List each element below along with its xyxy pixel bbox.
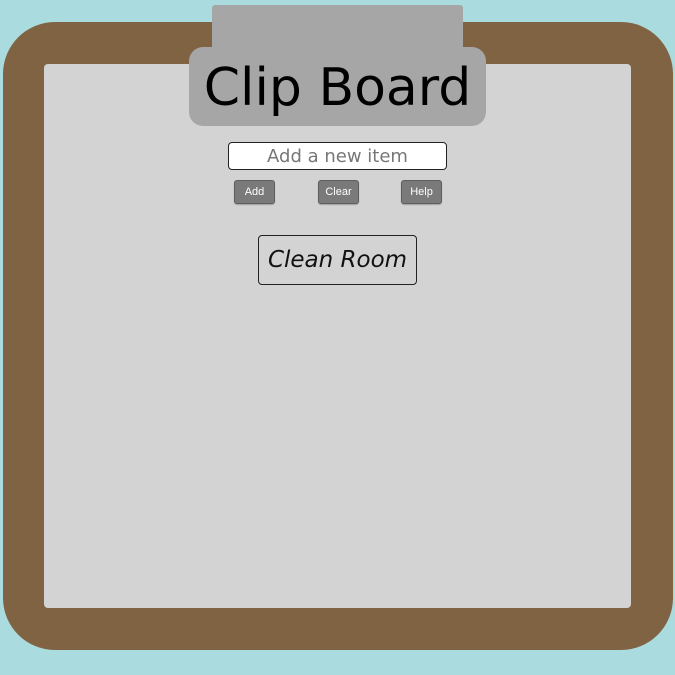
clipboard-clip: Clip Board: [189, 47, 486, 126]
add-button[interactable]: Add: [234, 180, 275, 204]
clear-button[interactable]: Clear: [318, 180, 359, 204]
page-title: Clip Board: [203, 58, 472, 118]
list-item-label: Clean Room: [267, 247, 408, 273]
list-item[interactable]: Clean Room: [258, 235, 417, 285]
new-item-input[interactable]: [228, 142, 447, 170]
help-button[interactable]: Help: [401, 180, 442, 204]
